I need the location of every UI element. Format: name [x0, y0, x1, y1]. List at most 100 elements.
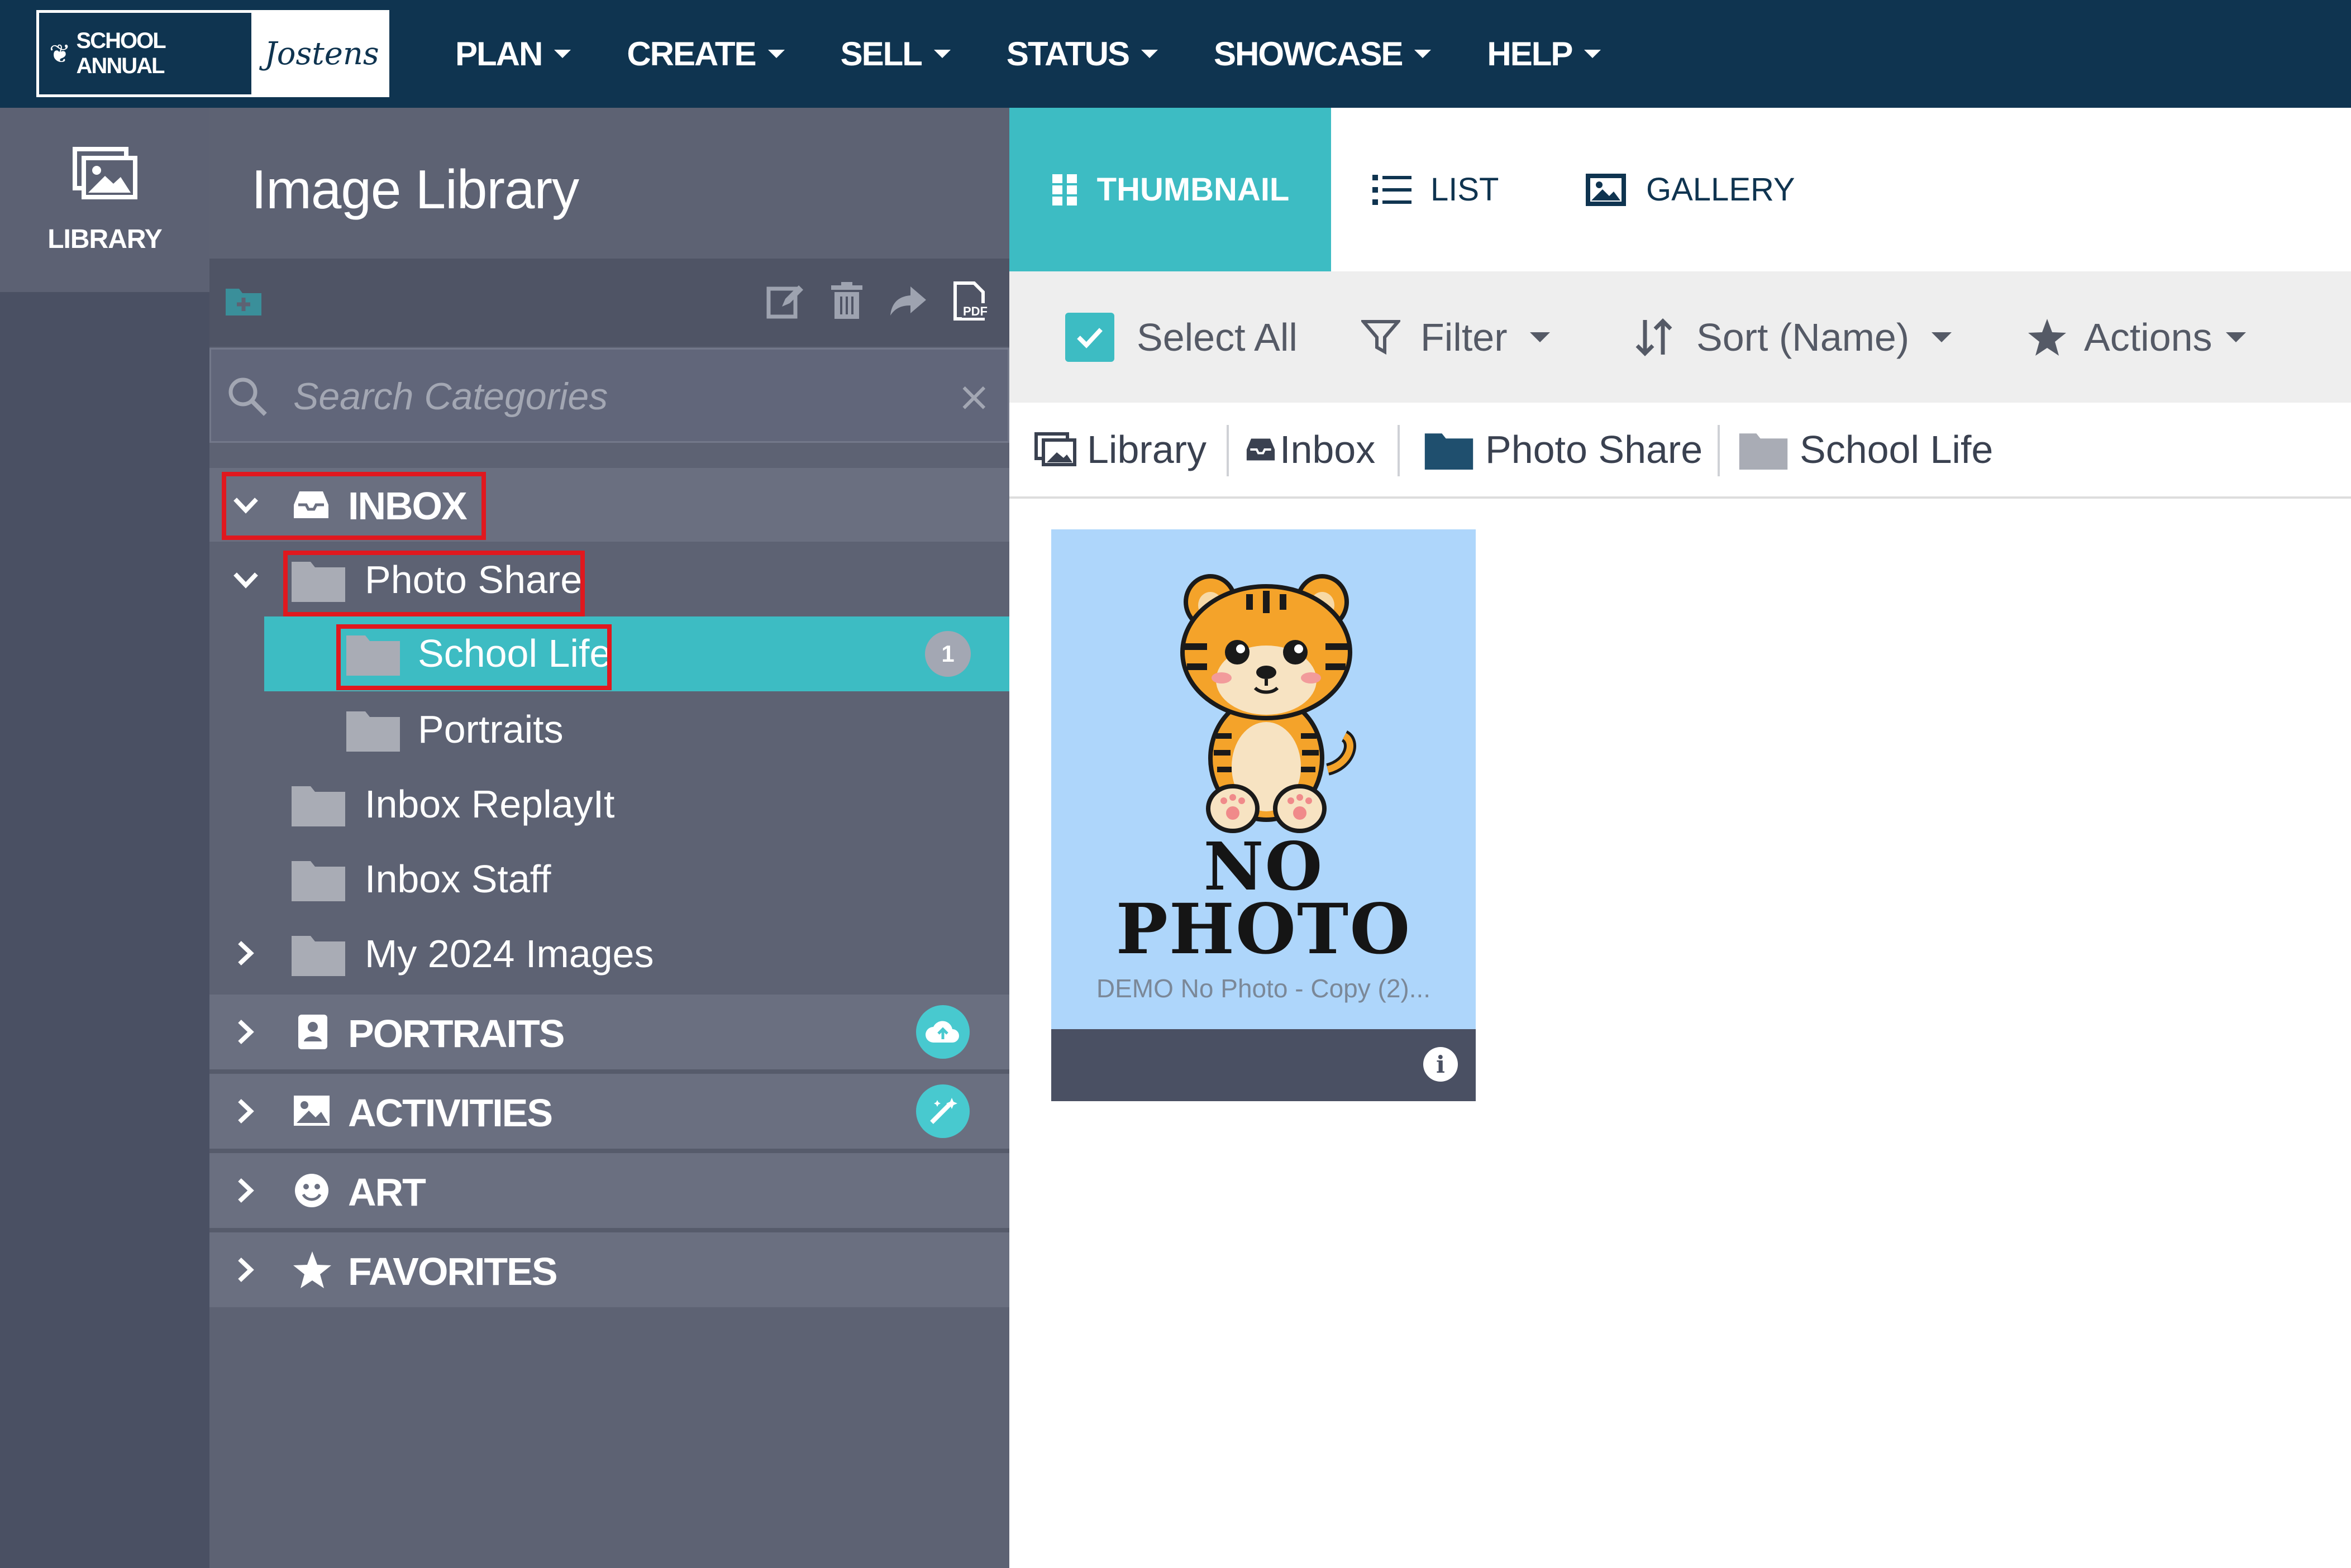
breadcrumb-school-life[interactable]: School Life: [1738, 403, 1993, 496]
sort-dropdown[interactable]: Sort (Name): [1634, 271, 1952, 403]
breadcrumb-library[interactable]: Library: [1034, 403, 1207, 496]
menu-create[interactable]: CREATE: [627, 35, 785, 73]
school-annual-logo[interactable]: ❦ SCHOOL ANNUAL Jostens: [36, 10, 389, 97]
caret-down-icon: [767, 50, 785, 58]
top-navigation-bar: ❦ SCHOOL ANNUAL Jostens PLAN CREATE SELL…: [0, 0, 2351, 108]
cloud-icon[interactable]: [916, 1005, 970, 1059]
menu-sell[interactable]: SELL: [841, 35, 951, 73]
inbox-icon: [1246, 438, 1275, 461]
image-icon: [294, 1096, 330, 1126]
info-icon[interactable]: i: [1423, 1047, 1458, 1082]
folder-icon: [1739, 433, 1788, 470]
filter-dropdown[interactable]: Filter: [1361, 271, 1550, 403]
breadcrumb-inbox[interactable]: Inbox: [1244, 403, 1375, 496]
menu-help[interactable]: HELP: [1487, 35, 1601, 73]
tree-item-portraits[interactable]: Portraits: [209, 691, 1009, 766]
images-icon: [1034, 432, 1076, 466]
trash-icon[interactable]: [827, 281, 867, 321]
chevron-right-icon[interactable]: [231, 938, 261, 968]
filter-label: Filter: [1420, 315, 1508, 359]
grid-icon: [1052, 174, 1077, 205]
sort-label: Sort (Name): [1696, 315, 1910, 359]
sort-icon: [1635, 318, 1672, 356]
images-icon: [72, 146, 137, 199]
breadcrumb-photo-share[interactable]: Photo Share: [1424, 403, 1703, 496]
tree-label-activities-section: ACTIVITIES: [348, 1091, 553, 1135]
tab-list[interactable]: LIST: [1372, 108, 1499, 271]
caret-down-icon: [1141, 50, 1158, 58]
highlight-box-school-life: [336, 624, 612, 690]
library-rail-tab[interactable]: LIBRARY: [0, 108, 209, 292]
smiley-icon: [295, 1174, 328, 1207]
folder-icon: [292, 936, 345, 976]
left-rail: LIBRARY: [0, 108, 209, 1568]
filter-icon: [1361, 319, 1400, 355]
tab-gallery-label: GALLERY: [1646, 171, 1795, 208]
content-area: THUMBNAIL LIST GALLERY Select All Filter…: [1009, 108, 2351, 1568]
gallery-icon: [1586, 173, 1626, 206]
image-thumbnail-card[interactable]: NO PHOTO DEMO No Photo - Copy (2)... i: [1051, 529, 1476, 1101]
caret-down-icon: [1584, 50, 1601, 58]
actions-dropdown[interactable]: Actions: [2027, 271, 2246, 403]
tab-thumbnail[interactable]: THUMBNAIL: [1009, 108, 1331, 271]
thumbnail-footer: i: [1051, 1029, 1476, 1101]
butterfly-icon: ❦: [49, 39, 71, 69]
search-icon: [228, 377, 267, 416]
category-panel: Image Library PDF Search Categories × IN…: [209, 108, 1009, 1568]
tab-gallery[interactable]: GALLERY: [1585, 108, 1795, 271]
main-menu: PLAN CREATE SELL STATUS SHOWCASE HELP: [455, 0, 1657, 108]
pdf-export-icon[interactable]: PDF: [950, 281, 990, 321]
tree-section-activities[interactable]: ACTIVITIES: [209, 1074, 1009, 1149]
checkbox-checked-icon: [1065, 312, 1114, 362]
caret-down-icon: [1414, 50, 1432, 58]
clear-search-icon[interactable]: ×: [957, 373, 991, 420]
select-all-checkbox[interactable]: Select All: [1065, 271, 1298, 403]
caret-down-icon: [1529, 332, 1550, 342]
menu-showcase[interactable]: SHOWCASE: [1214, 35, 1432, 73]
add-folder-icon[interactable]: [223, 281, 264, 321]
logo-brand-text: SCHOOL ANNUAL: [76, 28, 166, 78]
tree-label-inbox-staff: Inbox Staff: [365, 857, 551, 901]
tree-label-portraits: Portraits: [418, 707, 564, 751]
no-photo-text-line-2: PHOTO: [1115, 889, 1411, 970]
folder-icon: [292, 786, 345, 826]
search-categories-input[interactable]: [292, 365, 909, 428]
caret-down-icon: [1932, 332, 1952, 342]
breadcrumb: Library Inbox Photo Share School Life: [1009, 403, 2351, 499]
menu-plan[interactable]: PLAN: [455, 35, 571, 73]
chevron-right-icon[interactable]: [231, 1255, 261, 1285]
thumbnail-filename: DEMO No Photo - Copy (2)...: [1096, 974, 1431, 1003]
jostens-logo: Jostens: [254, 10, 389, 97]
star-icon: [2028, 318, 2066, 356]
magic-wand-icon[interactable]: [916, 1084, 970, 1138]
chevron-down-icon[interactable]: [231, 565, 261, 595]
item-count-badge: 1: [925, 631, 971, 677]
content-toolbar: Select All Filter Sort (Name) Actions: [1009, 271, 2351, 403]
tree-item-inbox-staff[interactable]: Inbox Staff: [209, 841, 1009, 916]
chevron-right-icon[interactable]: [231, 1175, 261, 1206]
chevron-right-icon[interactable]: [231, 1017, 261, 1047]
tree-item-inbox-replayit[interactable]: Inbox ReplayIt: [209, 766, 1009, 841]
menu-status[interactable]: STATUS: [1007, 35, 1158, 73]
svg-text:PDF: PDF: [963, 304, 988, 318]
star-icon: [293, 1251, 331, 1288]
tree-section-art[interactable]: ART: [209, 1153, 1009, 1228]
tree-label-favorites-section: FAVORITES: [348, 1250, 558, 1293]
tree-item-my-2024-images[interactable]: My 2024 Images: [209, 916, 1009, 991]
portrait-icon: [298, 1015, 327, 1049]
share-icon[interactable]: [888, 281, 928, 321]
chevron-right-icon[interactable]: [231, 1096, 261, 1126]
list-icon: [1372, 174, 1411, 205]
panel-title: Image Library: [251, 159, 579, 220]
tiger-mascot-image: [1180, 574, 1356, 833]
actions-label: Actions: [2084, 315, 2212, 359]
select-all-label: Select All: [1137, 315, 1298, 359]
folder-icon: [346, 711, 400, 752]
caret-down-icon: [2225, 332, 2246, 342]
edit-icon[interactable]: [765, 281, 805, 321]
highlight-box-inbox: [222, 472, 486, 540]
folder-icon: [292, 861, 345, 901]
folder-icon: [1424, 433, 1473, 470]
tree-section-favorites[interactable]: FAVORITES: [209, 1232, 1009, 1307]
tree-section-portraits[interactable]: PORTRAITS: [209, 995, 1009, 1069]
